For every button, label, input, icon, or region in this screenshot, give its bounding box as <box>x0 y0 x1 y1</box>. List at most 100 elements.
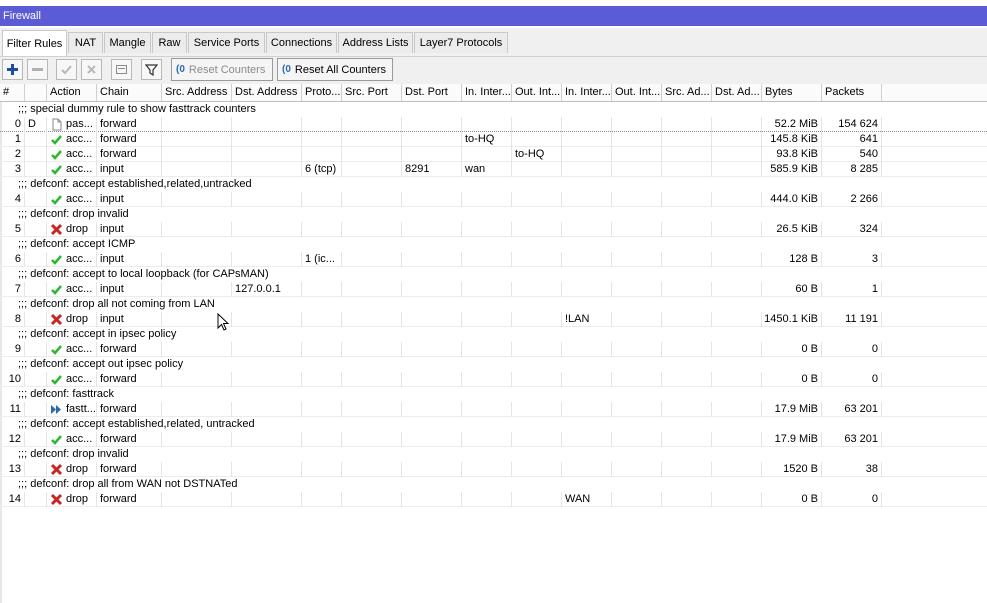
enable-button[interactable] <box>56 59 77 80</box>
tab-address-lists[interactable]: Address Lists <box>338 32 413 53</box>
rule-in-interface-list <box>562 147 612 162</box>
rule-chain: forward <box>97 402 162 417</box>
tab-connections[interactable]: Connections <box>266 32 337 53</box>
rule-dst-port <box>402 372 462 387</box>
rule-protocol <box>302 312 342 327</box>
rule-out-interface <box>512 342 562 357</box>
column-header-out-interface[interactable]: Out. Int... <box>512 84 562 101</box>
tab-layer7-protocols[interactable]: Layer7 Protocols <box>414 32 508 53</box>
table-row[interactable]: 1 acc... forward to-HQ 145.8 KiB 641 <box>0 132 987 147</box>
rule-out-interface <box>512 282 562 297</box>
action-label: acc... <box>66 253 93 265</box>
column-header-number[interactable]: # <box>0 84 25 101</box>
disable-button[interactable] <box>81 59 102 80</box>
comment-row[interactable]: ;;; defconf: fasttrack <box>0 387 987 402</box>
table-row[interactable]: 13 drop forward 1520 B 38 <box>0 462 987 477</box>
rule-flag <box>25 342 47 357</box>
rule-src-port <box>342 147 402 162</box>
rule-src-port <box>342 162 402 177</box>
column-header-src-port[interactable]: Src. Port <box>342 84 402 101</box>
rule-protocol <box>302 222 342 237</box>
rule-in-interface <box>462 222 512 237</box>
rule-src-address-list <box>662 132 712 147</box>
comment-row[interactable]: ;;; defconf: drop invalid <box>0 207 987 222</box>
remove-button[interactable] <box>27 59 48 80</box>
reset-counters-button[interactable]: (0 Reset Counters <box>171 58 273 81</box>
column-header-bytes[interactable]: Bytes <box>762 84 822 101</box>
column-header-dst-address[interactable]: Dst. Address <box>232 84 302 101</box>
column-header-dst-address-list[interactable]: Dst. Ad... <box>712 84 762 101</box>
column-header-src-address[interactable]: Src. Address <box>162 84 232 101</box>
rule-dst-port <box>402 432 462 447</box>
rule-action: drop <box>47 222 97 237</box>
column-header-chain[interactable]: Chain <box>97 84 162 101</box>
rule-comment: ;;; defconf: accept ICMP <box>18 238 136 250</box>
rule-in-interface <box>462 372 512 387</box>
column-header-action[interactable]: Action <box>47 84 97 101</box>
tab-filter-rules[interactable]: Filter Rules <box>2 30 67 56</box>
table-row[interactable]: 6 acc... input 1 (ic... 128 B 3 <box>0 252 987 267</box>
table-row[interactable]: 9 acc... forward 0 B 0 <box>0 342 987 357</box>
table-row[interactable]: 4 acc... input 444.0 KiB 2 266 <box>0 192 987 207</box>
tab-mangle[interactable]: Mangle <box>104 32 151 53</box>
tab-raw[interactable]: Raw <box>152 32 187 53</box>
comment-row[interactable]: ;;; defconf: accept to local loopback (f… <box>0 267 987 282</box>
column-header-protocol[interactable]: Proto... <box>302 84 342 101</box>
filter-button[interactable] <box>141 59 162 80</box>
table-row[interactable]: 5 drop input 26.5 KiB 324 <box>0 222 987 237</box>
rule-bytes: 93.8 KiB <box>762 147 822 162</box>
tab-service-ports[interactable]: Service Ports <box>188 32 265 53</box>
rule-src-address <box>162 192 232 207</box>
column-header-src-address-list[interactable]: Src. Ad... <box>662 84 712 101</box>
comment-row[interactable]: ;;; defconf: accept out ipsec policy <box>0 357 987 372</box>
rule-dst-address: 127.0.0.1 <box>232 282 302 297</box>
rule-protocol <box>302 462 342 477</box>
window-title-bar: Firewall <box>0 0 987 28</box>
table-row[interactable]: 8 drop input !LAN 1450.1 KiB 11 191 <box>0 312 987 327</box>
comment-row[interactable]: ;;; defconf: accept established,related,… <box>0 417 987 432</box>
rule-dst-port <box>402 492 462 507</box>
table-row[interactable]: 11 fastt... forward 17.9 MiB 63 201 <box>0 402 987 417</box>
rule-in-interface-list <box>562 372 612 387</box>
column-header-in-interface[interactable]: In. Inter... <box>462 84 512 101</box>
rule-flag: D <box>25 117 47 132</box>
rule-packets: 63 201 <box>822 402 882 417</box>
comment-row[interactable]: ;;; special dummy rule to show fasttrack… <box>0 102 987 117</box>
comment-row[interactable]: ;;; defconf: accept ICMP <box>0 237 987 252</box>
table-row[interactable]: 14 drop forward WAN 0 B 0 <box>0 492 987 507</box>
table-row[interactable]: 12 acc... forward 17.9 MiB 63 201 <box>0 432 987 447</box>
comment-row[interactable]: ;;; defconf: drop invalid <box>0 447 987 462</box>
column-header-dst-port[interactable]: Dst. Port <box>402 84 462 101</box>
rule-bytes: 17.9 MiB <box>762 402 822 417</box>
comment-row[interactable]: ;;; defconf: drop all not coming from LA… <box>0 297 987 312</box>
reset-all-counters-label: Reset All Counters <box>294 63 387 76</box>
rule-in-interface <box>462 192 512 207</box>
comment-row[interactable]: ;;; defconf: accept in ipsec policy <box>0 327 987 342</box>
comment-row[interactable]: ;;; defconf: drop all from WAN not DSTNA… <box>0 477 987 492</box>
table-row[interactable]: 10 acc... forward 0 B 0 <box>0 372 987 387</box>
rule-dst-address <box>232 252 302 267</box>
rule-src-port <box>342 432 402 447</box>
table-row[interactable]: 3 acc... input 6 (tcp) 8291 wan 585.9 Ki… <box>0 162 987 177</box>
column-header-in-interface-list[interactable]: In. Inter... <box>562 84 612 101</box>
rule-number: 0 <box>0 117 25 132</box>
rule-protocol: 1 (ic... <box>302 252 342 267</box>
rule-src-address-list <box>662 222 712 237</box>
comment-row[interactable]: ;;; defconf: accept established,related,… <box>0 177 987 192</box>
column-header-packets[interactable]: Packets <box>822 84 882 101</box>
column-header-out-interface-list[interactable]: Out. Int... <box>612 84 662 101</box>
add-button[interactable] <box>2 59 23 80</box>
drop-icon <box>50 313 63 325</box>
table-row[interactable]: 0 D pas... forward 52.2 MiB 154 624 <box>0 117 987 132</box>
drop-icon <box>50 223 63 235</box>
rule-dst-address-list <box>712 342 762 357</box>
comment-button[interactable] <box>111 59 132 80</box>
action-label: drop <box>66 463 89 475</box>
reset-all-counters-button[interactable]: (0 Reset All Counters <box>277 58 393 81</box>
rule-dst-address <box>232 432 302 447</box>
table-row[interactable]: 2 acc... forward to-HQ 93.8 KiB 540 <box>0 147 987 162</box>
column-header-flags[interactable] <box>25 84 47 101</box>
tab-nat[interactable]: NAT <box>68 32 103 53</box>
table-row[interactable]: 7 acc... input 127.0.0.1 60 B 1 <box>0 282 987 297</box>
rule-src-address <box>162 162 232 177</box>
